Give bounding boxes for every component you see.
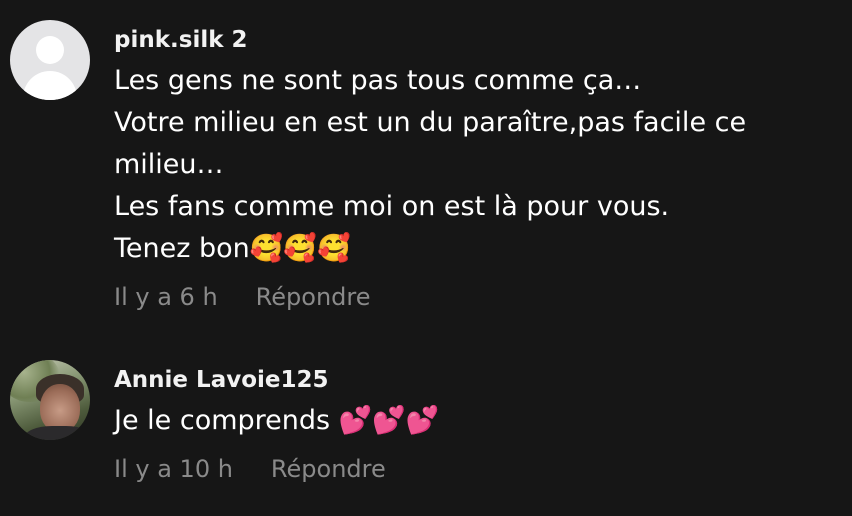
comment-text: Les gens ne sont pas tous comme ça… Votr… [114, 65, 747, 264]
reply-button[interactable]: Répondre [256, 282, 371, 312]
default-avatar-icon [36, 36, 64, 64]
comment-timestamp: Il y a 10 h [114, 455, 233, 483]
avatar[interactable] [10, 20, 90, 100]
avatar-photo-face [40, 384, 80, 432]
comment-username[interactable]: Annie Lavoie125 [114, 366, 814, 394]
comment-username[interactable]: pink.silk 2 [114, 26, 814, 54]
avatar[interactable] [10, 360, 90, 440]
comment-meta: Il y a 6 h Répondre [114, 282, 814, 312]
comment-text: Je le comprends 💕💕💕 [114, 405, 440, 436]
avatar-photo-shoulder [24, 426, 90, 440]
comment-content: Annie Lavoie125 Je le comprends 💕💕💕 Il y… [114, 366, 814, 484]
reply-button[interactable]: Répondre [271, 454, 386, 484]
default-avatar-body [23, 71, 77, 100]
comment-meta: Il y a 10 h Répondre [114, 454, 814, 484]
comment-content: pink.silk 2 Les gens ne sont pas tous co… [114, 26, 814, 312]
comment-timestamp: Il y a 6 h [114, 283, 218, 311]
